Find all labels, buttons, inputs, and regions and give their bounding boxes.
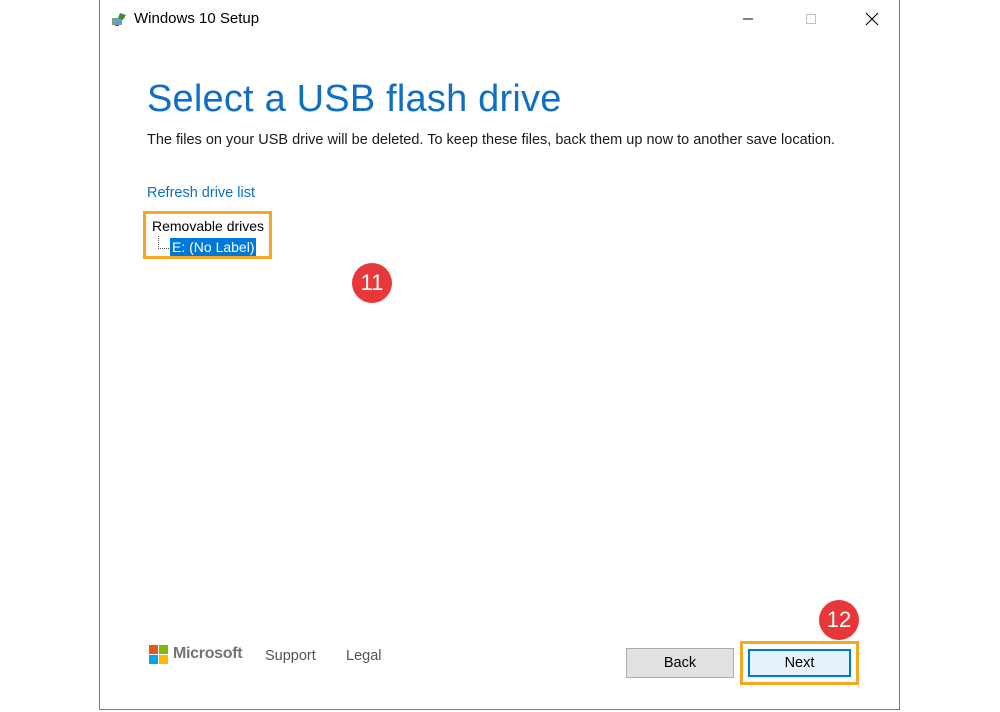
step-badge-12: 12 — [819, 600, 859, 640]
page-subtitle: The files on your USB drive will be dele… — [147, 132, 836, 148]
support-link[interactable]: Support — [265, 648, 316, 664]
next-highlight-frame: Next — [740, 641, 859, 685]
refresh-drive-list-link[interactable]: Refresh drive list — [147, 185, 255, 201]
title-bar[interactable]: Windows 10 Setup — [100, 0, 899, 38]
maximize-button[interactable] — [783, 0, 839, 38]
minimize-button[interactable] — [720, 0, 776, 38]
microsoft-brand: Microsoft — [173, 645, 243, 662]
setup-window: Windows 10 Setup Select a USB flash driv… — [99, 0, 900, 710]
window-title: Windows 10 Setup — [134, 10, 260, 27]
windows-setup-icon — [112, 13, 126, 26]
microsoft-logo-icon — [149, 645, 168, 664]
minimize-icon — [743, 18, 753, 20]
drive-tree: Removable drives E: (No Label) — [143, 211, 272, 259]
back-button[interactable]: Back — [626, 648, 734, 678]
maximize-icon — [806, 14, 816, 24]
page-title: Select a USB flash drive — [147, 78, 562, 120]
tree-root-removable-drives[interactable]: Removable drives — [152, 218, 264, 234]
close-icon — [865, 12, 879, 26]
tree-connector — [158, 236, 169, 249]
next-button[interactable]: Next — [748, 649, 851, 677]
step-badge-11: 11 — [352, 263, 392, 303]
legal-link[interactable]: Legal — [346, 648, 381, 664]
tree-item-drive-e[interactable]: E: (No Label) — [170, 238, 257, 256]
close-button[interactable] — [844, 0, 900, 38]
